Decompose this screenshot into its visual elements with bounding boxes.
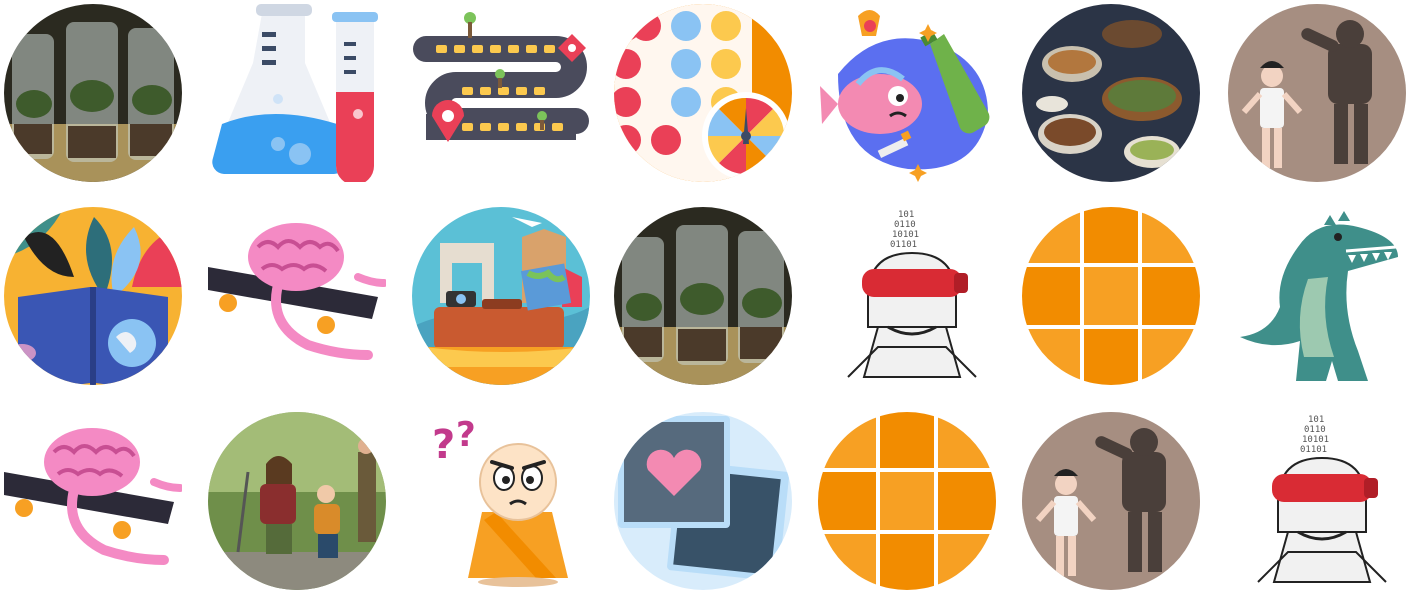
svg-text:?: ?: [432, 422, 455, 468]
svg-text:0110: 0110: [1304, 425, 1326, 435]
svg-text:0110: 0110: [894, 220, 916, 230]
travel-suitcase-landmarks-icon[interactable]: [412, 207, 590, 385]
girl-and-robot-photo[interactable]: [1022, 412, 1200, 590]
open-book-jungle-icon[interactable]: [4, 207, 182, 385]
robot-binary-head-icon[interactable]: 101 0110 10101 01101: [1228, 412, 1406, 590]
gallery-grid: 101 0110 10101 01101 ? ? 101 0110 10101 …: [0, 0, 1406, 596]
svg-text:01101: 01101: [890, 240, 917, 250]
svg-text:10101: 10101: [892, 230, 919, 240]
svg-text:10101: 10101: [1302, 435, 1329, 445]
heart-photo-cards-icon[interactable]: [614, 412, 792, 590]
dots-and-spinner-icon[interactable]: [614, 4, 792, 182]
svg-text:?: ?: [456, 415, 476, 455]
svg-text:101: 101: [898, 210, 914, 220]
svg-text:01101: 01101: [1300, 445, 1327, 455]
orange-grid-icon[interactable]: [818, 412, 996, 590]
terrarium-jars-photo[interactable]: [4, 4, 182, 182]
confused-monk-icon[interactable]: ? ?: [412, 412, 590, 590]
fish-bottle-pollution-icon[interactable]: [818, 4, 996, 182]
orange-grid-icon[interactable]: [1022, 207, 1200, 385]
food-buffet-photo[interactable]: [1022, 4, 1200, 182]
board-game-path-icon[interactable]: [412, 4, 590, 182]
brain-on-skateboard-icon[interactable]: [4, 412, 182, 590]
brain-on-skateboard-icon[interactable]: [208, 207, 386, 385]
hiking-family-photo[interactable]: [208, 412, 386, 590]
terrarium-jars-photo[interactable]: [614, 207, 792, 385]
girl-and-robot-photo[interactable]: [1228, 4, 1406, 182]
green-dinosaur-icon[interactable]: [1228, 207, 1406, 385]
science-flasks-icon[interactable]: [208, 4, 386, 182]
robot-binary-head-icon[interactable]: 101 0110 10101 01101: [818, 207, 996, 385]
svg-text:101: 101: [1308, 415, 1324, 425]
